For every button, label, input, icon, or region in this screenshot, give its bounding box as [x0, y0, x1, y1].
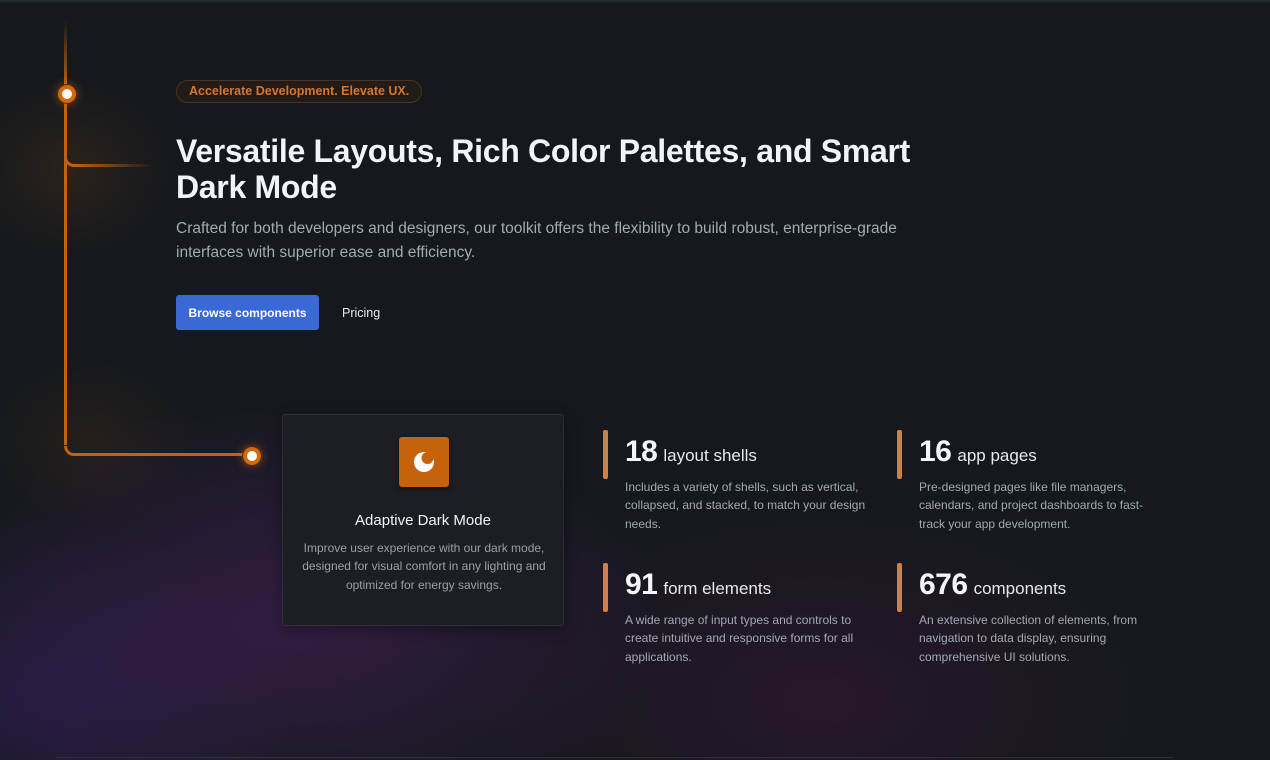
feature-card-dark-mode: Adaptive Dark Mode Improve user experien… [282, 414, 564, 626]
stat-accent-bar [897, 430, 902, 479]
stat-accent-bar [603, 430, 608, 479]
section-divider [55, 757, 1173, 758]
stat-number: 91 [625, 568, 658, 601]
moon-icon [414, 452, 434, 472]
timeline-node [58, 85, 76, 103]
stat-number: 676 [919, 568, 968, 601]
stat-accent-bar [897, 563, 902, 612]
stat-label: components [973, 579, 1067, 598]
stat-number: 18 [625, 435, 658, 468]
stat-heading: 18 layout shells [625, 435, 757, 469]
stat-description: A wide range of input types and controls… [625, 613, 854, 664]
stat-heading: 676 components [919, 568, 1066, 602]
pricing-link[interactable]: Pricing [333, 295, 389, 330]
timeline-branch-line [73, 164, 153, 167]
stat-heading: 16 app pages [919, 435, 1037, 469]
stat-label: app pages [957, 446, 1037, 465]
stat-number: 16 [919, 435, 952, 468]
hero-subtitle: Crafted for both developers and designer… [176, 220, 897, 261]
timeline-curve [64, 157, 74, 167]
browse-components-button[interactable]: Browse components [176, 295, 319, 330]
stat-description: Includes a variety of shells, such as ve… [625, 480, 866, 531]
stat-description: Pre-designed pages like file managers, c… [919, 480, 1144, 531]
stat-label: form elements [663, 579, 772, 598]
top-edge-divider [0, 0, 1270, 4]
feature-description: Improve user experience with our dark mo… [302, 541, 546, 592]
timeline-vertical-line [64, 20, 67, 445]
timeline-curve [64, 446, 74, 456]
dark-mode-icon [399, 437, 449, 487]
timeline-branch-line [73, 453, 243, 456]
hero-badge: Accelerate Development. Elevate UX. [176, 80, 423, 103]
hero-title: Versatile Layouts, Rich Color Palettes, … [176, 133, 910, 205]
stat-label: layout shells [663, 446, 757, 465]
stat-heading: 91 form elements [625, 568, 771, 602]
stat-description: An extensive collection of elements, fro… [919, 613, 1138, 664]
timeline-node [243, 447, 261, 465]
stat-accent-bar [603, 563, 608, 612]
feature-title: Adaptive Dark Mode [355, 512, 491, 529]
